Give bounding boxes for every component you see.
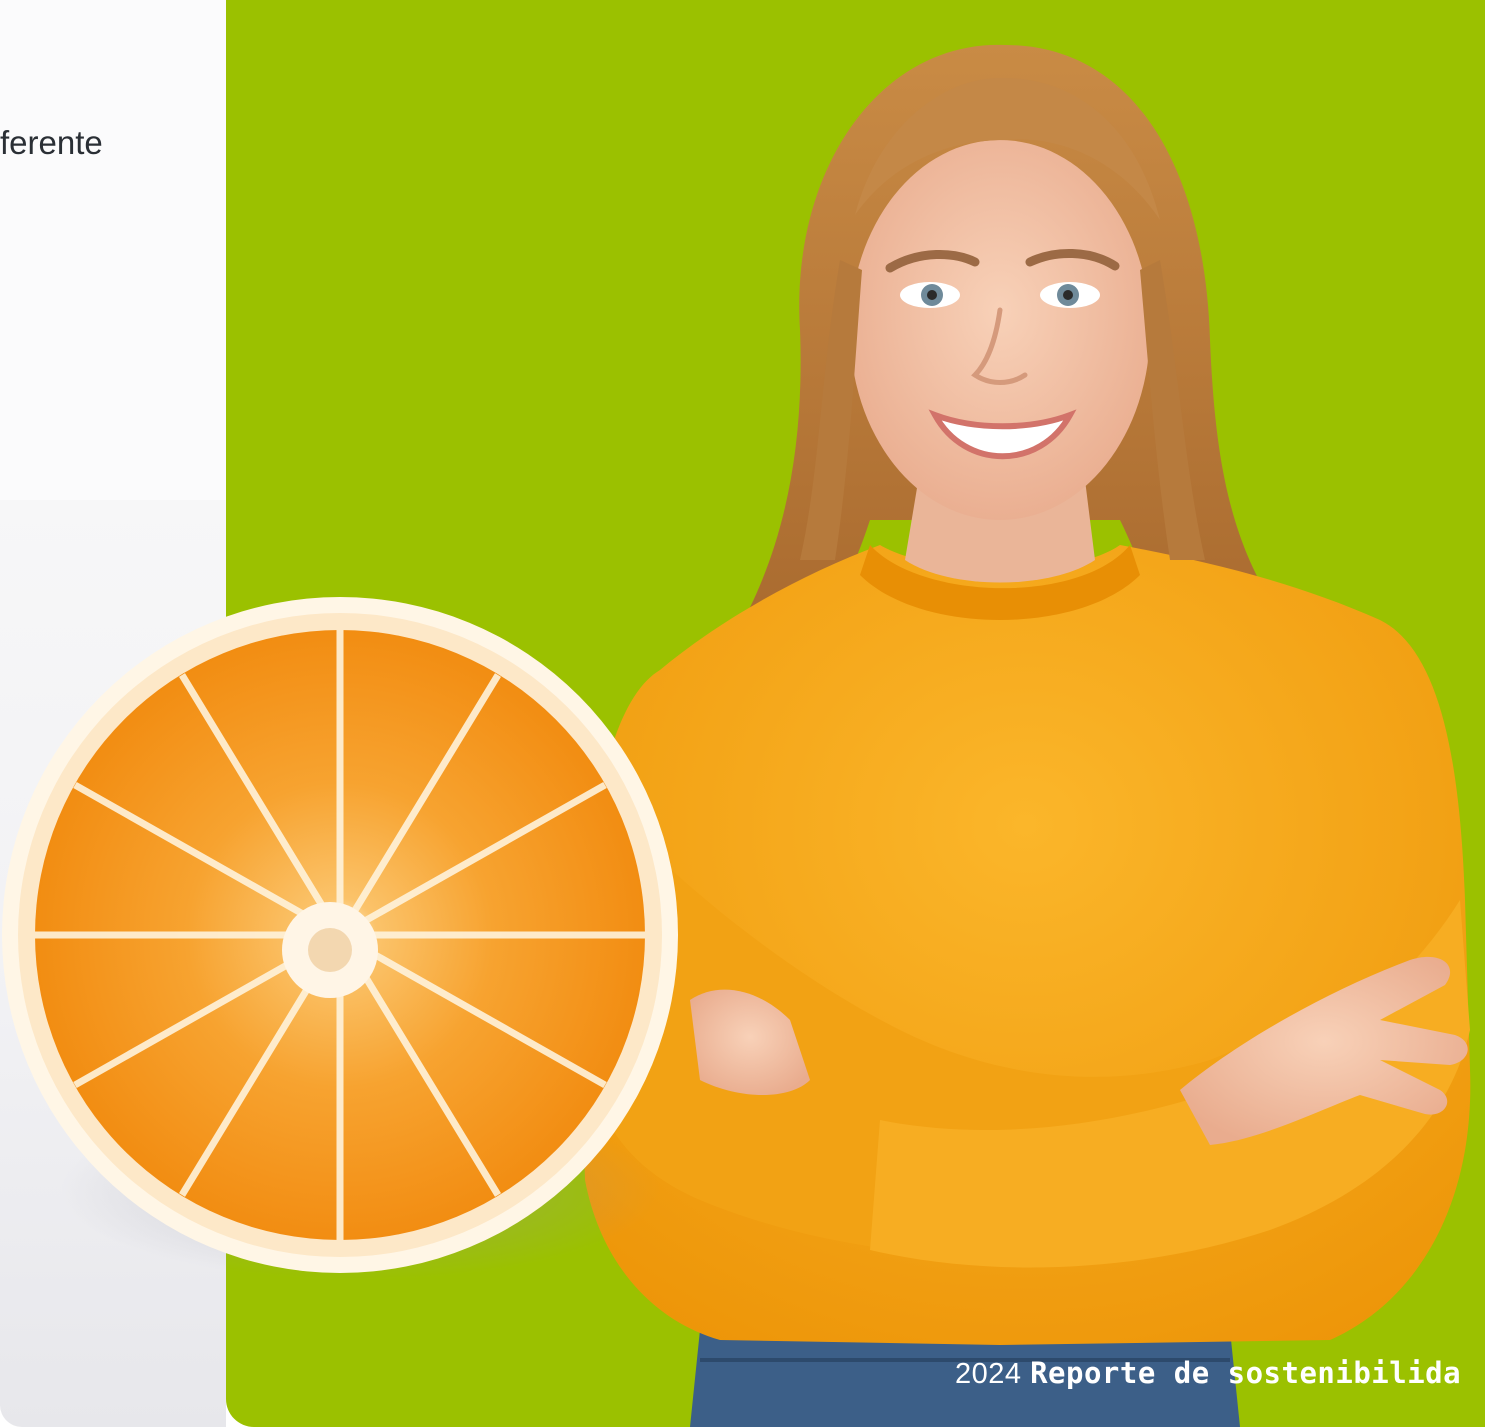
report-year: 2024 [955, 1358, 1022, 1390]
sweater [580, 545, 1471, 1345]
page: ferente 2024 Reporte de sostenibilida [0, 0, 1485, 1427]
report-footer-label: 2024 Reporte de sostenibilida [955, 1356, 1461, 1391]
hero-illustration [2, 44, 1471, 1427]
halved-orange [2, 597, 678, 1273]
report-title: Reporte de sostenibilida [1030, 1356, 1462, 1390]
face [850, 140, 1150, 520]
